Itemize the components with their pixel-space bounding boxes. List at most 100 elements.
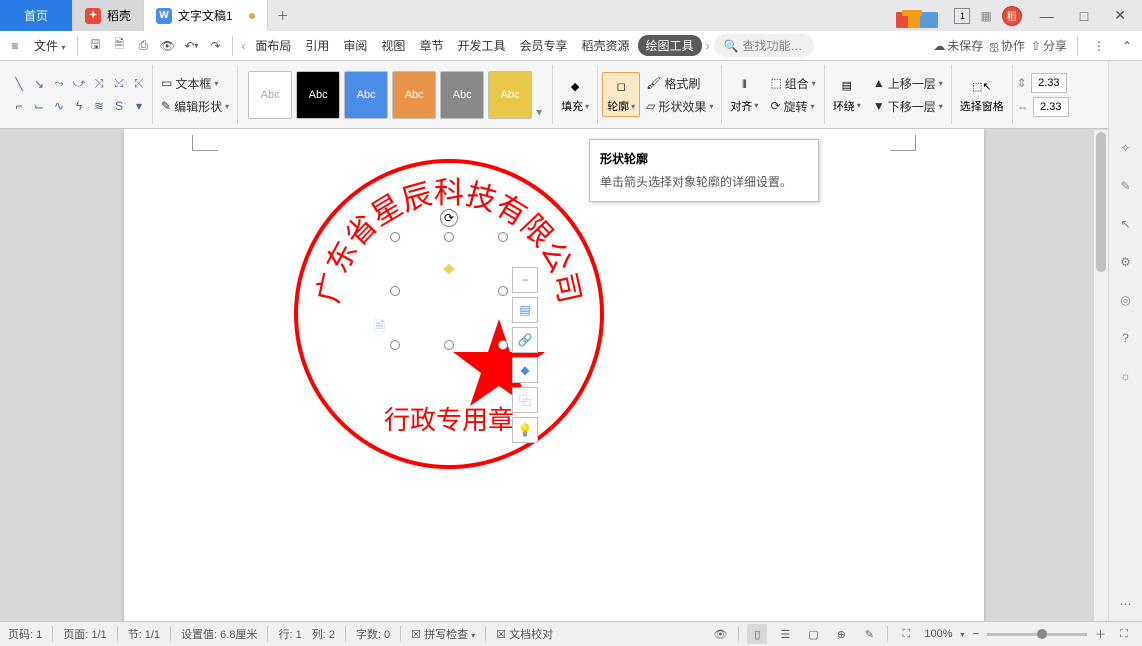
- zoom-slider[interactable]: [987, 633, 1087, 636]
- shapes-more-icon[interactable]: ▾: [130, 96, 148, 116]
- rotate-button[interactable]: ⟳旋转▾: [766, 96, 819, 117]
- height-input[interactable]: 2.33: [1031, 73, 1067, 93]
- status-page-num[interactable]: 页码: 1: [8, 626, 42, 642]
- textbox-button[interactable]: ▭ 文本框 ▾: [157, 73, 233, 94]
- layout-switch-icon[interactable]: 1: [954, 8, 970, 24]
- float-layout-button[interactable]: ▤: [512, 297, 538, 323]
- tab-daoke[interactable]: ✦ 稻壳: [73, 0, 144, 31]
- fullscreen-icon[interactable]: ⛶: [1114, 624, 1134, 644]
- tab-document[interactable]: W 文字文稿1: [144, 0, 268, 31]
- float-copy-button[interactable]: ⿻: [512, 387, 538, 413]
- style-gallery[interactable]: Abc Abc Abc Abc Abc Abc ▾: [242, 71, 548, 119]
- menu-devtools[interactable]: 开发工具: [451, 34, 511, 57]
- format-painter-button[interactable]: 🖌格式刷: [642, 73, 717, 94]
- menu-review[interactable]: 审阅: [337, 34, 373, 57]
- status-page-of[interactable]: 页面: 1/1: [63, 626, 106, 642]
- side-select-icon[interactable]: ↖: [1120, 217, 1130, 231]
- width-input[interactable]: 2.33: [1033, 97, 1069, 117]
- unsaved-indicator[interactable]: ☁未保存: [933, 37, 983, 54]
- style-swatch[interactable]: Abc: [344, 71, 388, 119]
- shapes-gallery[interactable]: ╲↘⤳ ⤻⤨⤩⤪ ⌐⌙∿ ϟ≋S ▾: [6, 65, 153, 124]
- search-input[interactable]: 🔍 查找功能…: [714, 34, 814, 57]
- outline-button[interactable]: ◻ 轮廓▾: [602, 72, 640, 117]
- menu-layout[interactable]: 面布局: [249, 34, 297, 57]
- float-fill-button[interactable]: ◆: [512, 357, 538, 383]
- side-help-icon[interactable]: ?: [1122, 331, 1129, 345]
- selection-pane-button[interactable]: ⬚↖ 选择窗格: [956, 73, 1008, 116]
- selection-handles[interactable]: ⟳: [395, 237, 503, 345]
- side-more-icon[interactable]: ⋯: [1120, 597, 1132, 611]
- user-avatar[interactable]: 稻: [1002, 6, 1022, 26]
- fit-width-icon[interactable]: ⛶: [896, 624, 916, 644]
- view-web-icon[interactable]: ⊕: [831, 624, 851, 644]
- vertical-scrollbar[interactable]: [1094, 130, 1108, 621]
- style-swatch[interactable]: Abc: [392, 71, 436, 119]
- save-as-icon[interactable]: 🗎: [108, 35, 130, 57]
- float-minus-button[interactable]: −: [512, 267, 538, 293]
- style-swatch[interactable]: Abc: [440, 71, 484, 119]
- style-swatch[interactable]: Abc: [248, 71, 292, 119]
- minimize-button[interactable]: —: [1032, 4, 1062, 28]
- edit-shape-button[interactable]: ✎ 编辑形状 ▾: [157, 96, 233, 117]
- side-settings-icon[interactable]: ⚙: [1120, 255, 1131, 269]
- shape-effect-button[interactable]: ▱形状效果▾: [642, 96, 717, 117]
- view-outline-icon[interactable]: ☰: [775, 624, 795, 644]
- move-up-button[interactable]: ▲上移一层▾: [869, 73, 947, 94]
- menu-drawingtools[interactable]: 绘图工具: [638, 35, 702, 56]
- fill-button[interactable]: ◆ 填充▾: [557, 73, 593, 116]
- collaboration-button[interactable]: ஐ协作: [989, 37, 1025, 54]
- nav-next-icon[interactable]: ›: [704, 39, 712, 53]
- align-button[interactable]: ⫴ 对齐▾: [726, 73, 762, 117]
- shape-adjust-handle[interactable]: [443, 263, 454, 274]
- more-icon[interactable]: ⋮: [1088, 35, 1110, 57]
- view-read-icon[interactable]: ▢: [803, 624, 823, 644]
- float-link-button[interactable]: 🔗: [512, 327, 538, 353]
- side-ai-icon[interactable]: ◎: [1120, 293, 1130, 307]
- zoom-in-button[interactable]: ＋: [1095, 626, 1106, 642]
- status-chars[interactable]: 字数: 0: [356, 626, 390, 642]
- outline-tooltip: 形状轮廓 单击箭头选择对象轮廓的详细设置。: [589, 139, 819, 202]
- view-edit-icon[interactable]: ✎: [859, 624, 879, 644]
- preview-icon[interactable]: 👁: [156, 35, 178, 57]
- nav-prev-icon[interactable]: ‹: [239, 39, 247, 53]
- menu-resources[interactable]: 稻壳资源: [575, 34, 635, 57]
- eye-mode-icon[interactable]: 👁: [710, 624, 730, 644]
- menu-vip[interactable]: 会员专享: [513, 34, 573, 57]
- view-page-icon[interactable]: ▯: [747, 624, 767, 644]
- maximize-button[interactable]: □: [1072, 4, 1096, 28]
- side-template-icon[interactable]: ✧: [1120, 141, 1130, 155]
- move-down-button[interactable]: ▼下移一层▾: [869, 96, 947, 117]
- print-icon[interactable]: ⎙: [132, 35, 154, 57]
- template-center-icon[interactable]: [894, 4, 944, 28]
- new-tab-button[interactable]: ＋: [268, 0, 298, 31]
- menu-view[interactable]: 视图: [375, 34, 411, 57]
- tab-home[interactable]: 首页: [0, 0, 73, 31]
- style-swatch[interactable]: Abc: [488, 71, 532, 119]
- hamburger-icon[interactable]: ≡: [4, 35, 26, 57]
- collapse-ribbon-icon[interactable]: ⌃: [1116, 35, 1138, 57]
- menu-section[interactable]: 章节: [413, 34, 449, 57]
- redo-icon[interactable]: ↷: [204, 35, 226, 57]
- undo-icon[interactable]: ↶▾: [180, 35, 202, 57]
- rotation-handle[interactable]: ⟳: [440, 209, 458, 227]
- style-more-icon[interactable]: ▾: [536, 105, 542, 119]
- side-bulb-icon[interactable]: ☼: [1120, 369, 1131, 383]
- share-button[interactable]: ⇧分享: [1031, 37, 1067, 54]
- float-tip-button[interactable]: 💡: [512, 417, 538, 443]
- file-menu[interactable]: 文件 ▾: [28, 34, 71, 57]
- spellcheck-toggle[interactable]: ☒ 拼写检查 ▾: [411, 626, 475, 642]
- menu-references[interactable]: 引用: [299, 34, 335, 57]
- save-icon[interactable]: 🖫: [84, 35, 106, 57]
- close-button[interactable]: ✕: [1106, 3, 1134, 28]
- side-pen-icon[interactable]: ✎: [1120, 179, 1130, 193]
- group-button[interactable]: ⬚组合▾: [766, 73, 819, 94]
- wrap-button[interactable]: ▤ 环绕▾: [829, 73, 865, 117]
- zoom-out-button[interactable]: −: [973, 628, 979, 640]
- document-canvas[interactable]: 🗎 广东省星辰科技有限公司 行政专用章 ⟳: [0, 129, 1108, 621]
- zoom-level[interactable]: 100%: [924, 628, 952, 640]
- status-section: 节: 1/1: [128, 626, 160, 642]
- doccheck-button[interactable]: ☒ 文档校对: [496, 626, 553, 642]
- grid-icon[interactable]: ▦: [980, 9, 991, 23]
- scrollbar-thumb[interactable]: [1096, 132, 1106, 272]
- style-swatch[interactable]: Abc: [296, 71, 340, 119]
